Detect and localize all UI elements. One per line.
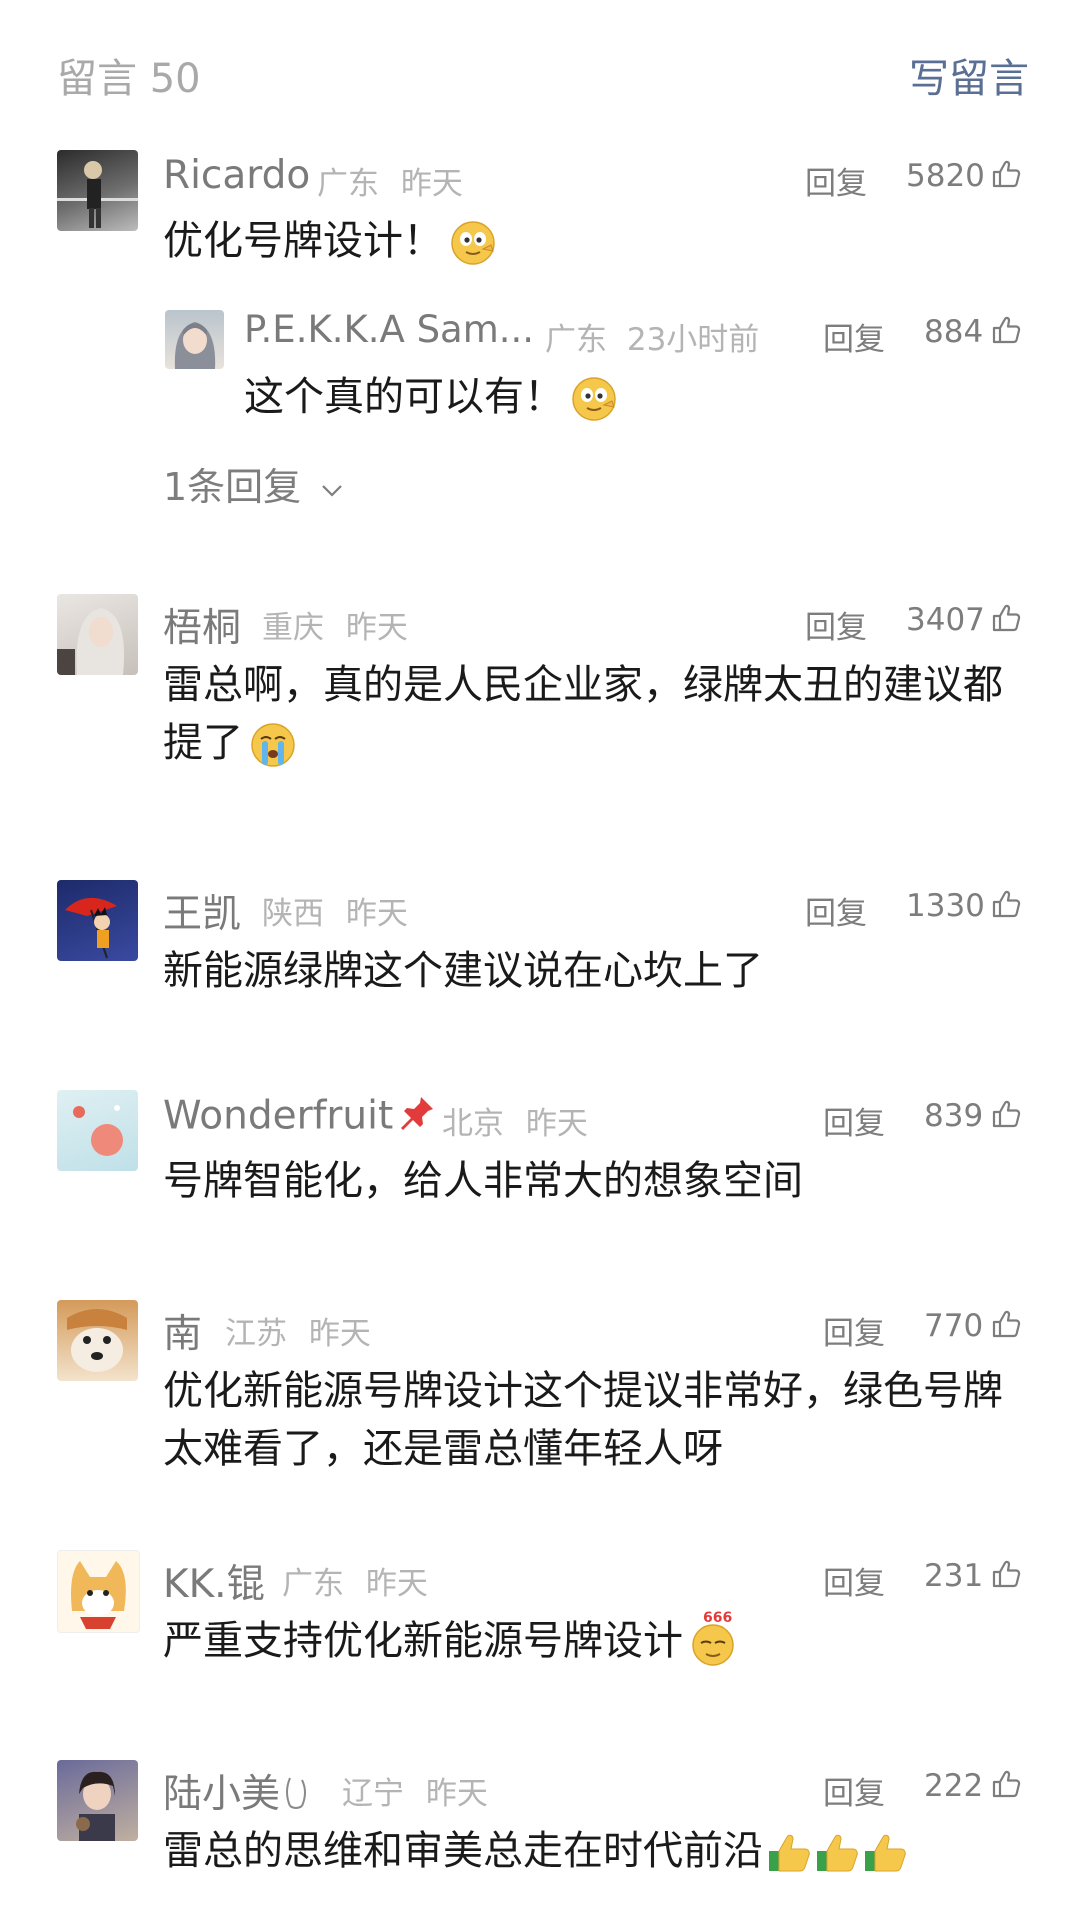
expand-replies-label: 1条回复 — [163, 465, 302, 509]
thumbs-up-icon[interactable] — [990, 888, 1022, 920]
thumbs-up-icon[interactable] — [990, 1308, 1022, 1340]
thumbs-up-icon[interactable] — [990, 602, 1022, 634]
avatar[interactable] — [165, 310, 224, 369]
comment-text-line: 提了 — [163, 714, 1023, 772]
reply-button[interactable]: 回复 — [823, 1308, 885, 1353]
avatar[interactable] — [57, 1090, 138, 1171]
comment-text: 新能源绿牌这个建议说在心坎上了 — [163, 948, 763, 994]
like-count: 884 — [924, 314, 984, 350]
commenter-name[interactable]: KK.锟 — [163, 1553, 266, 1609]
comment-meta: 北京 昨天 — [442, 1098, 588, 1143]
avatar[interactable] — [57, 1300, 138, 1381]
commenter-name-text: 陆小美 — [163, 1772, 281, 1817]
avatar[interactable] — [57, 594, 138, 675]
write-comment-button[interactable]: 写留言 — [909, 46, 1029, 104]
avatar[interactable] — [57, 1550, 140, 1633]
comment-region: 辽宁 — [342, 1776, 404, 1812]
comment-text: 号牌智能化，给人非常大的想象空间 — [163, 1158, 803, 1204]
666-emoji-icon: 666 — [689, 1611, 737, 1667]
comment-time: 昨天 — [400, 166, 463, 202]
face-emoji-icon — [570, 375, 618, 423]
comment-meta: 重庆 昨天 — [262, 602, 408, 647]
commenter-name[interactable]: Ricardo — [163, 153, 310, 198]
emoji-666-label: 666 — [703, 1610, 733, 1626]
like-count: 1330 — [906, 888, 985, 924]
flower-icon — [282, 1772, 318, 1822]
reply-button[interactable]: 回复 — [805, 158, 867, 203]
crying-emoji-icon — [249, 721, 297, 769]
comment-text-content: 提了 — [163, 720, 243, 766]
thumbs-up-icon[interactable] — [990, 1558, 1022, 1590]
commenter-name[interactable]: 梧桐 — [163, 597, 241, 653]
commenter-name-text: Wonderfruit — [163, 1093, 394, 1139]
reply-author-name[interactable]: P.E.K.K.A Sam... — [244, 308, 534, 351]
comment-meta: 陕西 昨天 — [262, 888, 408, 933]
comment-meta: 辽宁 昨天 — [342, 1768, 488, 1813]
comment-region: 北京 — [442, 1106, 504, 1142]
pushpin-icon — [397, 1093, 437, 1143]
comment-text-content: 严重支持优化新能源号牌设计 — [163, 1618, 683, 1664]
reply-button[interactable]: 回复 — [823, 1768, 885, 1813]
comment-text-line: 雷总啊，真的是人民企业家，绿牌太丑的建议都 — [163, 662, 1003, 708]
face-emoji-icon — [449, 219, 497, 267]
like-count: 222 — [924, 1768, 984, 1804]
comment-time: 昨天 — [525, 1106, 588, 1142]
like-count: 5820 — [906, 158, 985, 194]
thumbs-up-icon[interactable] — [990, 1768, 1022, 1800]
avatar[interactable] — [57, 150, 138, 231]
thumbs-up-emoji-icon — [765, 1829, 811, 1877]
comment-text: 严重支持优化新能源号牌设计 666 — [163, 1611, 1023, 1670]
comment-time: 昨天 — [345, 896, 408, 932]
comment-text: 优化号牌设计！ — [163, 212, 1023, 270]
comment-meta: 广东 昨天 — [282, 1558, 428, 1603]
commenter-name[interactable]: 陆小美 — [163, 1763, 318, 1822]
commenter-name[interactable]: 王凯 — [163, 883, 241, 939]
comment-region: 广东 — [282, 1566, 344, 1602]
comment-region: 重庆 — [262, 610, 324, 646]
reply-time: 23小时前 — [626, 322, 760, 358]
comment-count: 留言 50 — [57, 56, 201, 102]
comment-text: 雷总的思维和审美总走在时代前沿 — [163, 1822, 1023, 1880]
comment-region: 广东 — [317, 166, 379, 202]
like-count: 3407 — [906, 602, 985, 638]
reply-meta: 广东 23小时前 — [545, 314, 759, 359]
like-count: 231 — [924, 1558, 984, 1594]
commenter-name[interactable]: 南 — [163, 1303, 202, 1359]
comment-meta: 广东 昨天 — [317, 158, 463, 203]
expand-replies-button[interactable]: 1条回复 — [163, 456, 345, 511]
reply-text: 这个真的可以有！ — [244, 368, 618, 426]
comment-text-content: 优化号牌设计！ — [163, 218, 443, 264]
comment-time: 昨天 — [308, 1316, 371, 1352]
comment-region: 江苏 — [225, 1316, 287, 1352]
like-count: 770 — [924, 1308, 984, 1344]
reply-button[interactable]: 回复 — [823, 1098, 885, 1143]
comments-header: 留言 50 写留言 — [0, 0, 1080, 140]
comment-meta: 江苏 昨天 — [225, 1308, 371, 1353]
thumbs-up-emoji-icon — [861, 1829, 907, 1877]
comment-text: 优化新能源号牌设计这个提议非常好，绿色号牌 太难看了，还是雷总懂年轻人呀 — [163, 1362, 1023, 1478]
comment-region: 陕西 — [262, 896, 324, 932]
reply-button[interactable]: 回复 — [805, 888, 867, 933]
comment-time: 昨天 — [425, 1776, 488, 1812]
thumbs-up-icon[interactable] — [990, 158, 1022, 190]
reply-button[interactable]: 回复 — [805, 602, 867, 647]
avatar[interactable] — [57, 1760, 138, 1841]
chevron-down-icon — [322, 484, 343, 497]
thumbs-up-icon[interactable] — [990, 314, 1022, 346]
thumbs-up-icon[interactable] — [990, 1098, 1022, 1130]
reply-text-content: 这个真的可以有！ — [244, 374, 564, 420]
like-count: 839 — [924, 1098, 984, 1134]
avatar[interactable] — [57, 880, 138, 961]
comment-time: 昨天 — [365, 1566, 428, 1602]
comment-text-line: 优化新能源号牌设计这个提议非常好，绿色号牌 — [163, 1368, 1003, 1414]
comment-text-content: 雷总的思维和审美总走在时代前沿 — [163, 1828, 763, 1874]
thumbs-up-emoji-icon — [813, 1829, 859, 1877]
reply-region: 广东 — [545, 322, 607, 358]
commenter-name[interactable]: Wonderfruit — [163, 1093, 437, 1143]
comment-text: 雷总啊，真的是人民企业家，绿牌太丑的建议都 提了 — [163, 656, 1023, 772]
comment-text-line: 太难看了，还是雷总懂年轻人呀 — [163, 1426, 723, 1472]
comment-time: 昨天 — [345, 610, 408, 646]
reply-button[interactable]: 回复 — [823, 314, 885, 359]
reply-button[interactable]: 回复 — [823, 1558, 885, 1603]
